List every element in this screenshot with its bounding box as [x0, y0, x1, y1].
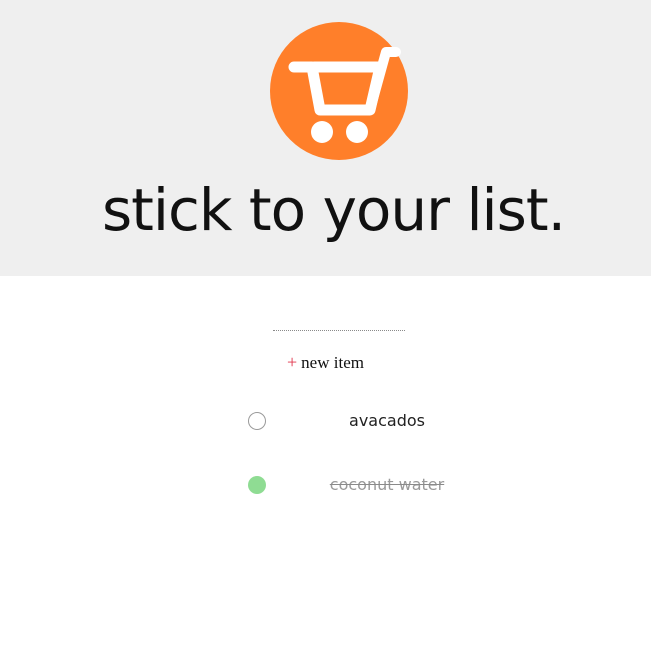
header-banner: stick to your list. [0, 0, 651, 276]
page-title: stick to your list. [101, 176, 566, 244]
checkbox-unchecked[interactable] [248, 412, 266, 430]
logo [270, 22, 408, 160]
divider [273, 330, 405, 331]
list-item-label[interactable]: avacados [287, 407, 487, 435]
checkbox-checked[interactable] [248, 476, 266, 494]
list-item: avacados [0, 407, 651, 437]
list-item: coconut water [0, 471, 651, 501]
plus-icon: + [287, 352, 298, 372]
add-item-label: new item [301, 353, 364, 372]
list-item-label[interactable]: coconut water [287, 471, 487, 499]
shopping-cart-icon [288, 47, 401, 143]
add-item-button[interactable]: + new item [0, 350, 651, 375]
